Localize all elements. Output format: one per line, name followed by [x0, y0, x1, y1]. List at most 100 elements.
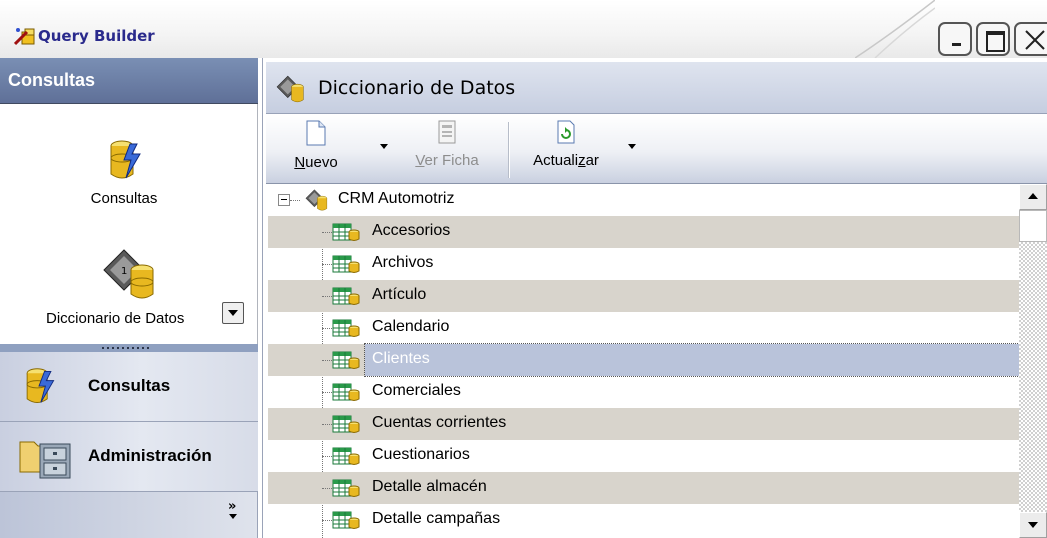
tree-connector: [322, 488, 332, 489]
scroll-down-button[interactable]: [1019, 512, 1047, 538]
minimize-button[interactable]: [938, 22, 972, 56]
tree-item[interactable]: Artículo: [268, 280, 1019, 312]
shortcut-consultas[interactable]: Consultas: [64, 138, 184, 207]
collapse-minus-icon[interactable]: [278, 194, 290, 206]
consultas-database-lightning-icon: [104, 140, 144, 188]
window-title: Query Builder: [38, 27, 155, 45]
tree-root[interactable]: CRM Automotriz: [268, 184, 1019, 216]
tree-item-label: Cuestionarios: [372, 446, 470, 463]
shortcut-diccionario-label: Diccionario de Datos: [46, 310, 185, 327]
configure-buttons-chevron-icon[interactable]: »: [228, 500, 236, 513]
database-book-icon: [302, 188, 332, 217]
actualizar-dropdown-arrow-icon[interactable]: [628, 144, 636, 149]
table-icon: [332, 414, 360, 439]
tree-item-highlight: [365, 216, 1019, 248]
tree-item-label: Detalle almacén: [372, 478, 487, 495]
table-icon: [332, 478, 360, 503]
tree-item-highlight: [365, 312, 1019, 344]
tree-connector: [322, 424, 332, 425]
tree-item[interactable]: Cuentas corrientes: [268, 408, 1019, 440]
tree-connector: [322, 392, 332, 393]
left-panel-shortcuts: Consultas 1 Diccionario de Datos: [0, 104, 258, 344]
left-panel-header: Consultas: [0, 58, 258, 104]
table-icon: [332, 350, 360, 375]
tree-item-label: Archivos: [372, 254, 434, 271]
nuevo-button[interactable]: Nuevo: [286, 120, 346, 171]
tree-item-highlight: [365, 376, 1019, 408]
svg-text:1: 1: [121, 266, 127, 277]
title-bar: Query Builder: [0, 0, 1047, 58]
tree-item-label: Detalle campañas: [372, 510, 501, 527]
nuevo-dropdown-arrow-icon[interactable]: [380, 144, 388, 149]
tree-item-highlight: [364, 343, 1019, 377]
administracion-folder-cabinet-icon: [18, 432, 74, 484]
tree-connector: [322, 264, 332, 265]
query-builder-wand-icon: [13, 26, 36, 50]
tree-item[interactable]: Clientes: [268, 343, 1019, 377]
data-dictionary-tree[interactable]: CRM Automotriz Accesorios Archivos Artícul…: [268, 184, 1019, 538]
shortcut-consultas-label: Consultas: [90, 190, 158, 207]
scroll-up-button[interactable]: [1019, 184, 1047, 210]
tree-item[interactable]: Accesorios: [268, 216, 1019, 248]
nav-button-administracion[interactable]: Administración: [0, 422, 258, 492]
tree-connector: [322, 328, 332, 329]
table-icon: [332, 254, 360, 279]
nuevo-mnemonic: N: [294, 154, 306, 171]
tree-item[interactable]: Calendario: [268, 312, 1019, 344]
right-panel-title: Diccionario de Datos: [318, 77, 516, 99]
toolbar-separator: [508, 122, 510, 178]
left-panel-splitter[interactable]: [0, 344, 258, 352]
right-panel-header: Diccionario de Datos: [266, 62, 1047, 114]
shortcut-diccionario[interactable]: 1 Diccionario de Datos: [30, 246, 230, 327]
tree-item[interactable]: Detalle campañas: [268, 504, 1019, 536]
table-icon: [332, 222, 360, 247]
actualizar-label-rest: ar: [585, 152, 599, 169]
tree-connector: [322, 296, 332, 297]
table-icon: [332, 510, 360, 535]
tree-item-label: Calendario: [372, 318, 450, 335]
shortcuts-dropdown-button[interactable]: [222, 302, 244, 324]
actualizar-mnemonic: z: [578, 152, 586, 169]
tree-item-label: Cuentas corrientes: [372, 414, 507, 431]
tree-item-label: Artículo: [372, 286, 427, 303]
diccionario-book-database-icon: 1: [100, 249, 160, 306]
ver-ficha-mnemonic: V: [415, 152, 425, 169]
diccionario-book-database-icon: [274, 74, 308, 108]
tree-item[interactable]: Comerciales: [268, 376, 1019, 408]
tree-connector: [322, 232, 332, 233]
toolbar: Nuevo Ver Ficha Actualizar: [266, 114, 1047, 184]
tree-item-highlight: [365, 280, 1019, 312]
title-decoration-swoosh-icon: [855, 0, 935, 58]
actualizar-label-prefix: Actuali: [533, 152, 579, 169]
nav-button-consultas[interactable]: Consultas: [0, 352, 258, 422]
maximize-button[interactable]: [976, 22, 1010, 56]
ver-ficha-button[interactable]: Ver Ficha: [402, 120, 492, 169]
tree-item-highlight: [365, 248, 1019, 280]
tree-item[interactable]: Detalle almacén: [268, 472, 1019, 504]
tree-item[interactable]: Archivos: [268, 248, 1019, 280]
table-icon: [332, 382, 360, 407]
form-sheet-icon: [437, 120, 457, 148]
actualizar-button[interactable]: Actualizar: [518, 120, 614, 169]
tree-vertical-scrollbar[interactable]: [1019, 184, 1047, 538]
nuevo-label-rest: uevo: [305, 154, 338, 171]
table-icon: [332, 318, 360, 343]
scroll-thumb[interactable]: [1019, 210, 1047, 242]
tree-connector: [290, 200, 300, 201]
refresh-icon: [555, 120, 577, 148]
tree-connector: [322, 360, 332, 361]
tree-connector: [322, 456, 332, 457]
new-document-icon: [305, 120, 327, 150]
nav-button-administracion-label: Administración: [88, 446, 212, 465]
ver-ficha-label-rest: er Ficha: [424, 152, 479, 169]
close-button[interactable]: [1014, 22, 1047, 56]
table-icon: [332, 286, 360, 311]
tree-item-label: Accesorios: [372, 222, 451, 239]
table-icon: [332, 446, 360, 471]
tree-item[interactable]: Cuestionarios: [268, 440, 1019, 472]
close-icon: [1025, 30, 1045, 50]
tree-connector: [322, 520, 332, 521]
tree-item-label: Clientes: [372, 350, 430, 367]
tree-item-label: Comerciales: [372, 382, 461, 399]
tree-root-label: CRM Automotriz: [338, 190, 455, 207]
